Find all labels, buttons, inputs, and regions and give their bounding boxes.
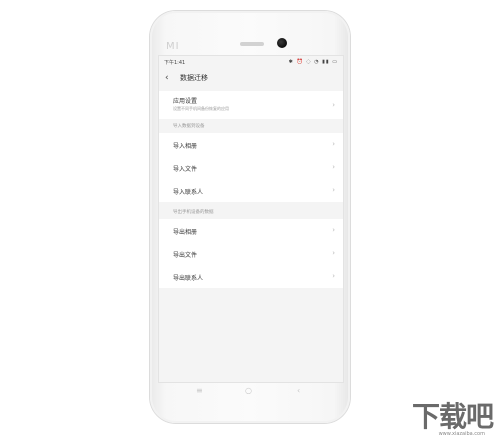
chevron-right-icon: › bbox=[332, 272, 335, 280]
app-settings-row[interactable]: 应用设置 设置不同手机间备份恢复的应用 › bbox=[159, 91, 343, 119]
back-icon[interactable]: ‹ bbox=[297, 386, 300, 395]
export-contacts-row[interactable]: 导出联系人 › bbox=[159, 265, 343, 288]
export-album-row[interactable]: 导出相册 › bbox=[159, 219, 343, 242]
earpiece-speaker bbox=[240, 42, 264, 46]
import-card: 导入相册 › 导入文件 › 导入联系人 › bbox=[159, 133, 343, 202]
export-files-row[interactable]: 导出文件 › bbox=[159, 242, 343, 265]
app-settings-sublabel: 设置不同手机间备份恢复的应用 bbox=[173, 106, 229, 111]
export-section-header: 导出手机设备的数据 bbox=[173, 210, 214, 215]
export-contacts-label: 导出联系人 bbox=[173, 275, 204, 282]
home-icon[interactable]: ○ bbox=[245, 386, 252, 395]
chevron-right-icon: › bbox=[332, 101, 335, 109]
phone-frame: MI 下午1:41 ✱ ⏰ ◌ ◔ ▮▮ ▭ ‹ 数据迁移 应用设置 设置不同手… bbox=[150, 11, 350, 423]
import-contacts-row[interactable]: 导入联系人 › bbox=[159, 179, 343, 202]
status-time: 下午1:41 bbox=[164, 60, 186, 66]
import-files-label: 导入文件 bbox=[173, 166, 198, 173]
chevron-right-icon: › bbox=[332, 186, 335, 194]
hardware-nav-bar: ≡ ○ ‹ bbox=[150, 386, 350, 406]
chevron-right-icon: › bbox=[332, 249, 335, 257]
status-bar: 下午1:41 ✱ ⏰ ◌ ◔ ▮▮ ▭ bbox=[159, 56, 343, 68]
export-files-label: 导出文件 bbox=[173, 252, 198, 259]
front-camera bbox=[277, 38, 287, 48]
export-album-label: 导出相册 bbox=[173, 229, 198, 236]
status-icons: ✱ ⏰ ◌ ◔ ▮▮ ▭ bbox=[288, 59, 338, 65]
app-settings-label: 应用设置 bbox=[173, 98, 198, 105]
watermark-url: www.xiazaiba.com bbox=[438, 431, 485, 437]
import-contacts-label: 导入联系人 bbox=[173, 189, 204, 196]
app-settings-card: 应用设置 设置不同手机间备份恢复的应用 › bbox=[159, 91, 343, 119]
title-bar: ‹ 数据迁移 bbox=[159, 68, 343, 88]
import-section-header: 导入数据到设备 bbox=[173, 124, 205, 129]
watermark-logo: 下载吧 bbox=[411, 400, 494, 433]
import-files-row[interactable]: 导入文件 › bbox=[159, 156, 343, 179]
chevron-right-icon: › bbox=[332, 226, 335, 234]
chevron-right-icon: › bbox=[332, 163, 335, 171]
back-arrow-icon[interactable]: ‹ bbox=[165, 72, 169, 84]
phone-screen: 下午1:41 ✱ ⏰ ◌ ◔ ▮▮ ▭ ‹ 数据迁移 应用设置 设置不同手机间备… bbox=[158, 55, 344, 383]
export-card: 导出相册 › 导出文件 › 导出联系人 › bbox=[159, 219, 343, 288]
chevron-right-icon: › bbox=[332, 140, 335, 148]
menu-icon[interactable]: ≡ bbox=[196, 386, 203, 395]
brand-logo: MI bbox=[166, 41, 180, 52]
import-album-row[interactable]: 导入相册 › bbox=[159, 133, 343, 156]
page-title: 数据迁移 bbox=[180, 74, 208, 82]
import-album-label: 导入相册 bbox=[173, 143, 198, 150]
